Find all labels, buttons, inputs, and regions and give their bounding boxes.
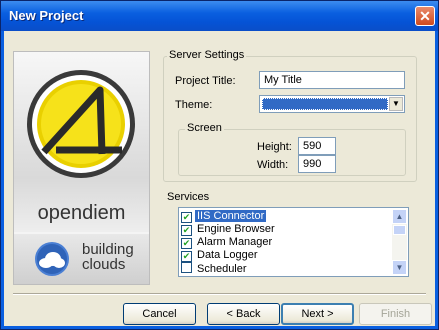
screen-legend: Screen <box>185 122 224 134</box>
service-label: IIS Connector <box>195 210 267 222</box>
clouds-text: clouds <box>82 256 126 273</box>
checkbox-checked-icon[interactable]: ✔ <box>181 251 192 262</box>
scroll-thumb[interactable] <box>393 225 406 235</box>
window-title: New Project <box>9 8 84 23</box>
window-frame-right <box>435 31 438 329</box>
service-label: Engine Browser <box>197 223 275 235</box>
logo-background: opendiem <box>14 52 149 232</box>
back-button[interactable]: < Back <box>207 303 280 325</box>
project-title-input[interactable]: My Title <box>259 71 405 89</box>
project-title-label: Project Title: <box>175 75 236 87</box>
server-settings-legend: Server Settings <box>167 49 247 61</box>
checkbox-checked-icon[interactable]: ✔ <box>181 212 192 223</box>
screen-group <box>178 129 406 176</box>
project-title-value: My Title <box>264 74 302 86</box>
chevron-down-icon[interactable]: ▼ <box>389 97 403 111</box>
checkbox-unchecked-icon[interactable] <box>181 262 192 273</box>
service-item-iis-connector[interactable]: ✔ IIS Connector <box>181 210 391 223</box>
title-bar[interactable]: New Project ✕ <box>1 1 438 31</box>
close-icon: ✕ <box>419 8 431 24</box>
scroll-up-icon[interactable]: ▲ <box>392 209 407 224</box>
service-item-engine-browser[interactable]: ✔ Engine Browser <box>181 223 391 236</box>
building-clouds-text: building clouds <box>82 242 134 272</box>
height-label: Height: <box>257 141 292 153</box>
logo-panel: opendiem building clouds <box>13 51 150 285</box>
height-input[interactable]: 590 <box>298 137 336 155</box>
service-item-data-logger[interactable]: ✔ Data Logger <box>181 249 391 262</box>
cancel-button[interactable]: Cancel <box>123 303 196 325</box>
service-item-scheduler[interactable]: Scheduler <box>181 262 391 275</box>
height-value: 590 <box>303 140 322 152</box>
service-label: Alarm Manager <box>197 236 273 248</box>
button-separator <box>13 293 426 295</box>
service-label: Scheduler <box>197 263 247 275</box>
checkbox-checked-icon[interactable]: ✔ <box>181 225 192 236</box>
theme-select[interactable]: ▼ <box>259 95 405 113</box>
width-value: 990 <box>303 158 322 170</box>
opendiem-logo-icon <box>27 70 135 178</box>
window-frame-bottom <box>1 326 438 329</box>
service-item-alarm-manager[interactable]: ✔ Alarm Manager <box>181 236 391 249</box>
theme-selected-value <box>262 98 388 110</box>
brand-text: opendiem <box>37 202 126 224</box>
building-clouds-badge: building clouds <box>14 234 149 284</box>
service-label: Data Logger <box>197 249 258 261</box>
new-project-dialog: New Project ✕ opendiem building clouds S… <box>0 0 439 330</box>
next-button[interactable]: Next > <box>281 303 354 325</box>
services-label: Services <box>167 191 210 203</box>
close-button[interactable]: ✕ <box>415 6 435 26</box>
services-scrollbar[interactable]: ▲ ▼ <box>392 209 407 275</box>
checkbox-checked-icon[interactable]: ✔ <box>181 238 192 249</box>
cloud-icon <box>35 242 69 276</box>
scroll-down-icon[interactable]: ▼ <box>392 260 407 275</box>
services-listbox[interactable]: ✔ IIS Connector ✔ Engine Browser ✔ Alarm Ma… <box>178 207 409 277</box>
width-label: Width: <box>257 159 289 171</box>
width-input[interactable]: 990 <box>298 155 336 173</box>
theme-label: Theme: <box>175 99 213 111</box>
finish-button[interactable]: Finish <box>359 303 432 325</box>
window-frame-left <box>1 31 4 329</box>
